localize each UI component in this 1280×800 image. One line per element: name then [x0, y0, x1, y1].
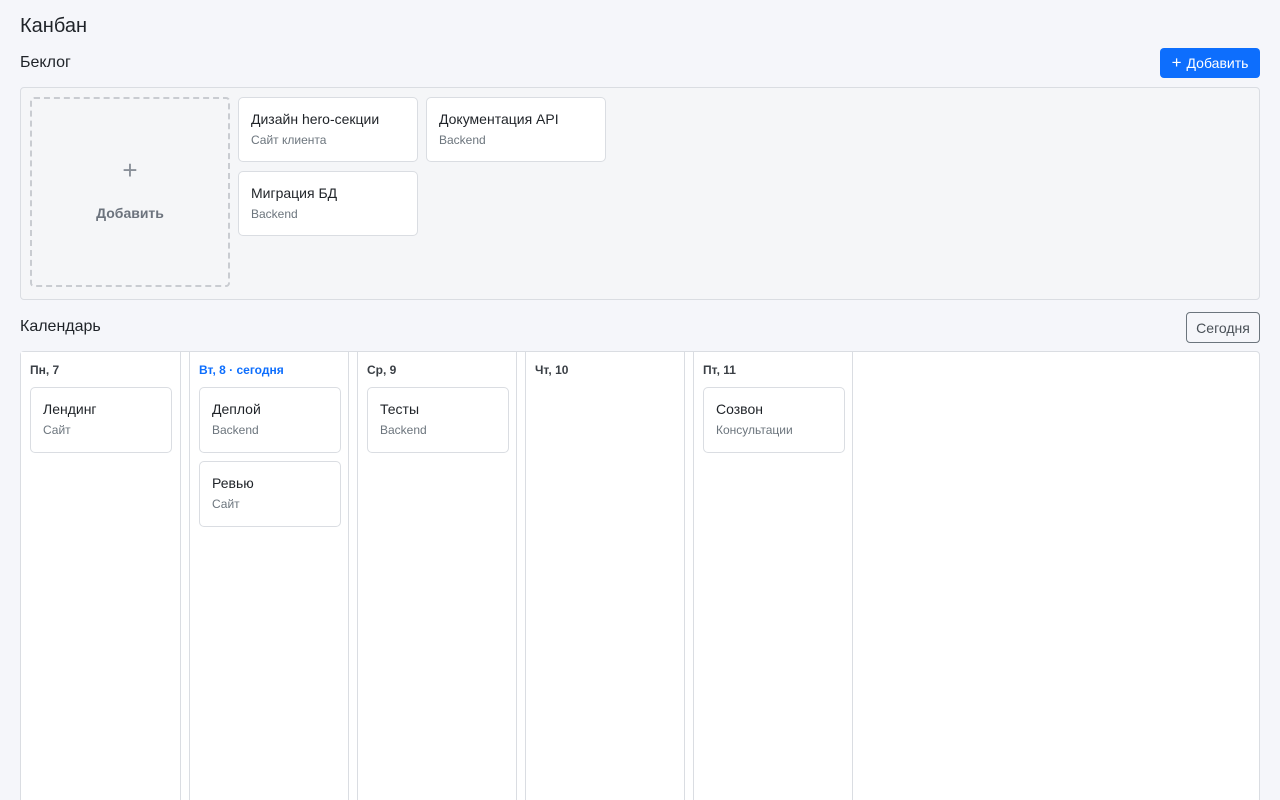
day-header: Пт, 11 — [703, 363, 736, 377]
add-button-label: Добавить — [1186, 55, 1249, 71]
day-header: Чт, 10 — [535, 363, 569, 377]
day-column-tue[interactable]: Вт, 8 · сегодня Деплой Backend Ревью Сай… — [189, 352, 349, 800]
task-card[interactable]: Тесты Backend — [367, 387, 509, 453]
backlog-card[interactable]: Дизайн hero-секции Сайт клиента — [238, 97, 418, 162]
calendar-title: Календарь — [20, 318, 101, 335]
backlog-card[interactable]: Миграция БД Backend — [238, 171, 418, 236]
card-subtitle: Сайт — [43, 423, 71, 437]
card-title: Созвон — [716, 401, 763, 417]
today-button[interactable]: Сегодня — [1186, 312, 1260, 343]
card-title: Дизайн hero-секции — [251, 111, 380, 127]
task-card[interactable]: Созвон Консультации — [703, 387, 845, 453]
day-column-mon[interactable]: Пн, 7 Лендинг Сайт — [21, 352, 181, 800]
backlog-panel: + Добавить Дизайн hero-секции Сайт клиен… — [20, 87, 1260, 300]
card-subtitle: Сайт клиента — [251, 133, 327, 147]
card-title: Документация API — [439, 111, 559, 127]
card-subtitle: Backend — [439, 133, 486, 147]
day-header-today: Вт, 8 · сегодня — [199, 363, 284, 377]
task-card[interactable]: Лендинг Сайт — [30, 387, 172, 453]
add-task-tile[interactable]: + Добавить — [30, 97, 230, 287]
day-header: Пн, 7 — [30, 363, 60, 377]
page-title: Канбан — [20, 15, 87, 37]
add-tile-label: Добавить — [96, 205, 164, 221]
card-title: Миграция БД — [251, 185, 338, 201]
card-subtitle: Backend — [251, 207, 298, 221]
backlog-title: Беклог — [20, 54, 71, 71]
card-subtitle: Backend — [212, 423, 259, 437]
plus-icon: + — [1171, 53, 1182, 72]
day-header: Ср, 9 — [367, 363, 397, 377]
day-column-thu[interactable]: Чт, 10 — [525, 352, 685, 800]
plus-icon: + — [122, 155, 138, 185]
add-button[interactable]: + Добавить — [1160, 48, 1260, 78]
task-card[interactable]: Ревью Сайт — [199, 461, 341, 527]
card-subtitle: Backend — [380, 423, 427, 437]
card-title: Ревью — [212, 475, 254, 491]
day-column-fri[interactable]: Пт, 11 Созвон Консультации — [693, 352, 853, 800]
card-subtitle: Консультации — [716, 423, 793, 437]
task-card[interactable]: Деплой Backend — [199, 387, 341, 453]
calendar-panel: Пн, 7 Лендинг Сайт Вт, 8 · сегодня Депло… — [20, 351, 1260, 800]
backlog-card[interactable]: Документация API Backend — [426, 97, 606, 162]
card-title: Лендинг — [43, 401, 97, 417]
card-title: Деплой — [212, 401, 261, 417]
card-subtitle: Сайт — [212, 497, 240, 511]
card-title: Тесты — [380, 401, 420, 417]
day-column-wed[interactable]: Ср, 9 Тесты Backend — [357, 352, 517, 800]
